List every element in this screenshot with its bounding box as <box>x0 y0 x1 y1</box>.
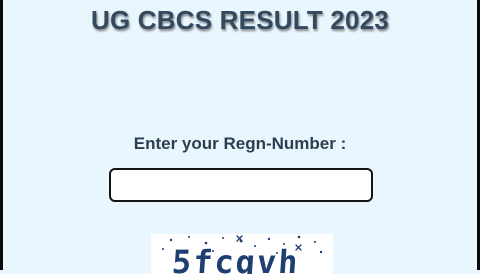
page-title: UG CBCS RESULT 2023 <box>90 5 390 35</box>
captcha-image: 5fcqvh <box>151 234 333 274</box>
regn-number-label: Enter your Regn-Number : <box>133 134 347 153</box>
regn-number-input[interactable] <box>109 168 373 202</box>
